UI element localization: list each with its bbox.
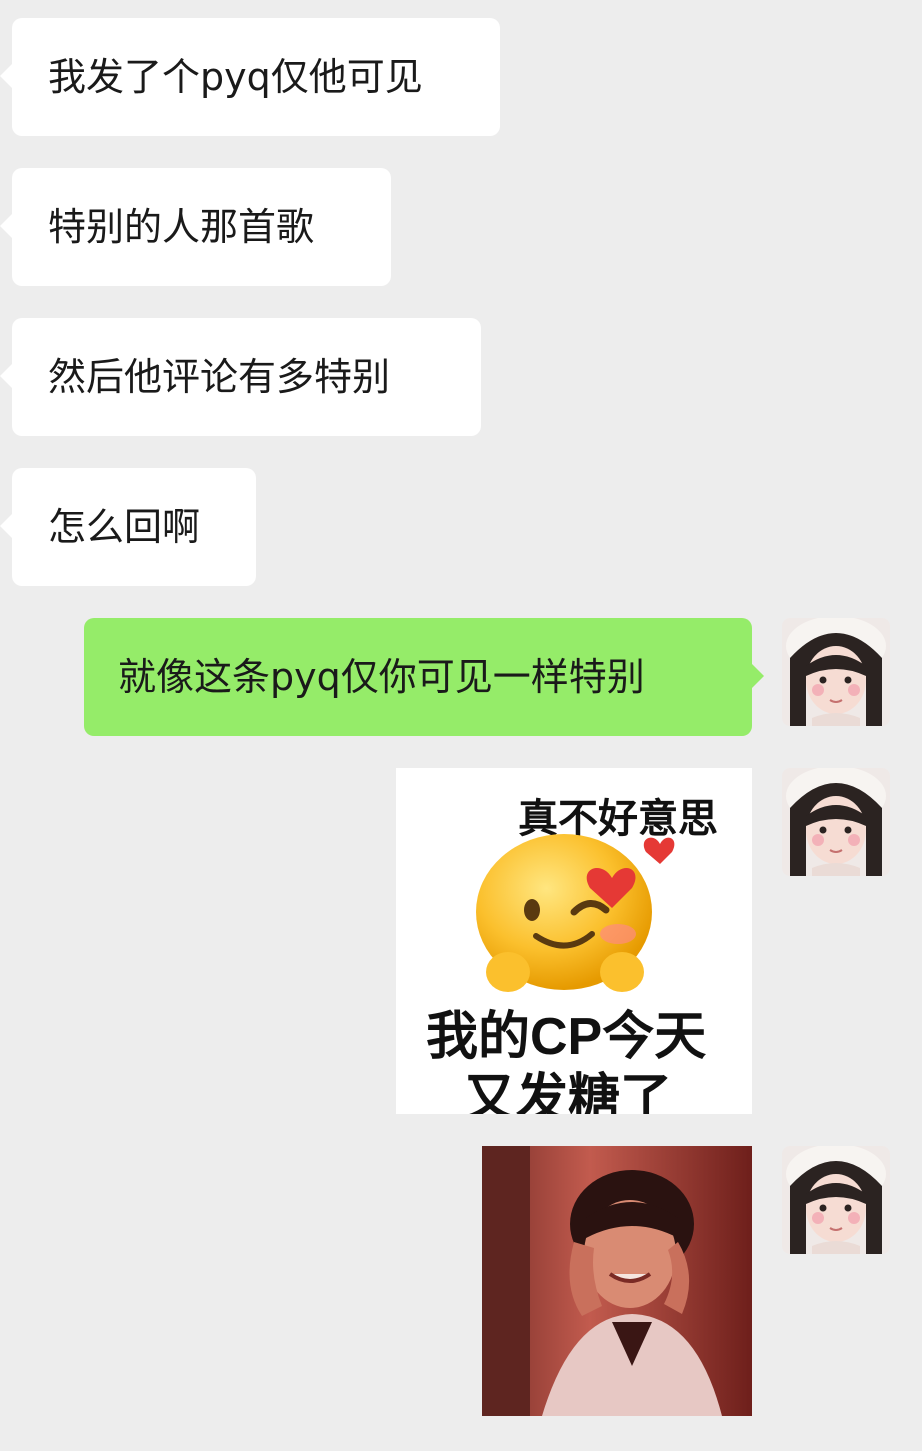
sticker-bottom-text-2: 又发糖了 <box>464 1070 673 1114</box>
message-text: 特别的人那首歌 <box>48 205 315 249</box>
avatar-girl-icon <box>782 1146 890 1254</box>
user-avatar[interactable] <box>782 768 890 876</box>
avatar-girl-icon <box>782 618 890 726</box>
incoming-message-3[interactable]: 然后他评论有多特别 <box>0 318 481 436</box>
sticker-message[interactable]: 真不好意思 我的CP今天 又发糖了 <box>396 768 752 1114</box>
photo-message[interactable] <box>482 1146 752 1416</box>
message-text: 怎么回啊 <box>48 505 201 549</box>
message-text: 然后他评论有多特别 <box>48 355 391 399</box>
winking-blushing-face-icon <box>476 834 675 992</box>
incoming-message-4[interactable]: 怎么回啊 <box>0 468 256 586</box>
photo-image <box>482 1146 752 1416</box>
avatar-girl-icon <box>782 768 890 876</box>
message-text: 我发了个pyq仅他可见 <box>48 55 423 99</box>
user-avatar[interactable] <box>782 618 890 726</box>
outgoing-message[interactable]: 就像这条pyq仅你可见一样特别 <box>84 618 764 736</box>
user-avatar[interactable] <box>782 1146 890 1254</box>
incoming-message-1[interactable]: 我发了个pyq仅他可见 <box>0 18 500 136</box>
incoming-message-2[interactable]: 特别的人那首歌 <box>0 168 391 286</box>
message-text: 就像这条pyq仅你可见一样特别 <box>118 655 645 699</box>
